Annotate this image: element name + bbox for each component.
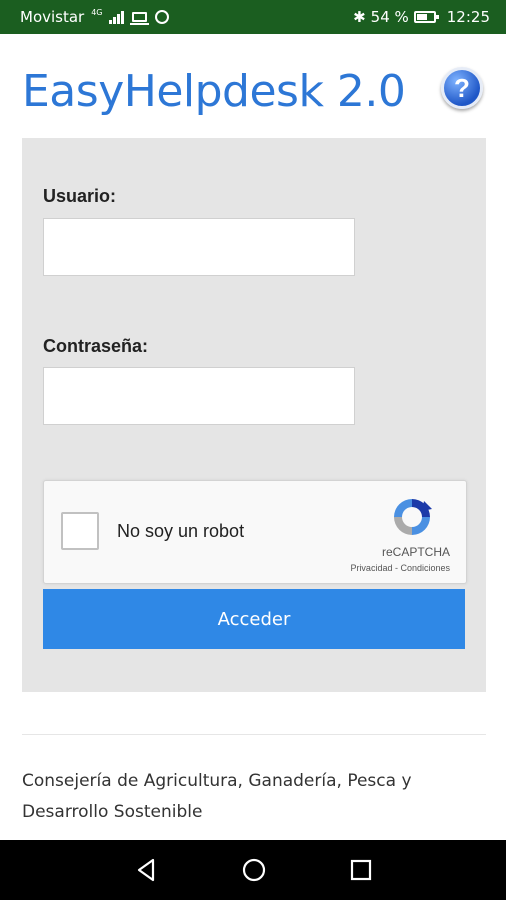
captcha-label: No soy un robot [117,521,245,541]
recaptcha-logo-icon [394,499,432,535]
recents-icon[interactable] [347,856,375,884]
home-icon[interactable] [240,856,268,884]
recaptcha-terms-link[interactable]: Privacidad - Condiciones [350,563,450,573]
battery-icon [413,11,439,23]
back-icon[interactable] [132,856,160,884]
password-input[interactable] [43,367,355,425]
recaptcha-widget: No soy un robot reCAPTCHA Privacidad - C… [43,480,467,584]
password-label: Contraseña: [43,336,149,356]
bluetooth-icon: ✱ [353,8,366,26]
help-icon: ? [454,73,470,103]
captcha-checkbox[interactable] [61,512,99,550]
status-bar: Movistar 4G ✱ 54 % 12:25 [0,0,506,34]
recaptcha-brand: reCAPTCHA [381,545,450,559]
whatsapp-icon [154,10,169,24]
status-left: Movistar 4G [20,8,169,26]
app-title: EasyHelpdesk 2.0 [22,66,406,117]
laptop-icon [129,12,149,25]
divider [22,734,486,735]
clock: 12:25 [446,8,490,26]
carrier-name: Movistar [20,8,85,26]
status-right: ✱ 54 % 12:25 [353,8,490,26]
login-button[interactable]: Acceder [43,589,465,649]
username-input[interactable] [43,218,355,276]
footer-organization: Consejería de Agricultura, Ganadería, Pe… [22,771,412,822]
navigation-bar [0,840,506,900]
login-form: Usuario: Contraseña: No soy un robot reC… [22,138,486,692]
username-label: Usuario: [43,186,117,206]
network-type: 4G [91,8,103,17]
signal-icon [108,10,124,24]
battery-percent: 54 % [370,8,409,26]
help-button[interactable]: ? [441,67,483,109]
